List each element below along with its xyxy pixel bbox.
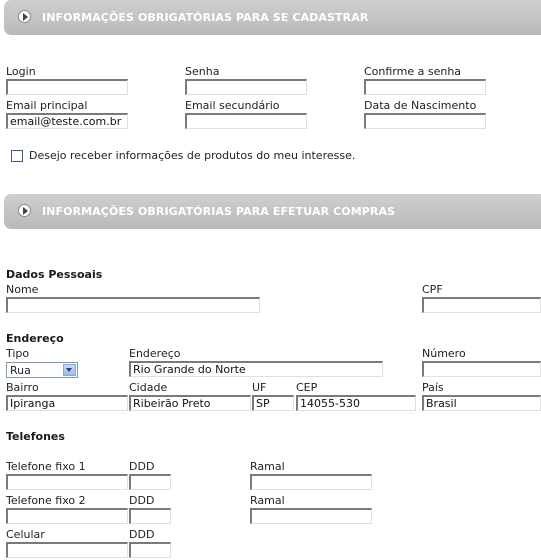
cidade-input[interactable]: Ribeirão Preto — [129, 395, 251, 411]
tipo-label: Tipo — [6, 347, 30, 360]
confirme-senha-input[interactable] — [364, 79, 486, 95]
telefone-fixo-1-label: Telefone fixo 1 — [6, 460, 86, 473]
numero-input[interactable] — [422, 361, 541, 377]
nome-label: Nome — [6, 283, 39, 296]
cpf-label: CPF — [422, 283, 443, 296]
email-principal-label: Email principal — [6, 99, 88, 112]
telefone-fixo-1-input[interactable] — [6, 474, 128, 490]
senha-label: Senha — [185, 65, 220, 78]
email-secundario-input[interactable] — [185, 113, 307, 129]
ddd-label: DDD — [129, 528, 155, 541]
ddd-celular-input[interactable] — [129, 542, 171, 558]
celular-input[interactable] — [6, 542, 128, 558]
ddd-1-input[interactable] — [129, 474, 171, 490]
endereco-label: Endereço — [129, 347, 181, 360]
tipo-select[interactable]: Rua — [6, 362, 78, 378]
play-circle-icon — [18, 204, 31, 217]
dados-pessoais-heading: Dados Pessoais — [6, 268, 103, 281]
cep-label: CEP — [296, 381, 318, 394]
telefones-heading: Telefones — [6, 430, 65, 443]
telefone-fixo-2-label: Telefone fixo 2 — [6, 494, 86, 507]
section-title: INFORMAÇÕES OBRIGATÓRIAS PARA EFETUAR CO… — [42, 205, 396, 218]
nome-input[interactable] — [6, 297, 260, 313]
cep-input[interactable]: 14055-530 — [296, 395, 416, 411]
ramal-1-input[interactable] — [250, 474, 372, 490]
endereco-input[interactable]: Rio Grande do Norte — [129, 361, 383, 377]
pais-label: País — [422, 381, 444, 394]
ddd-2-input[interactable] — [129, 508, 171, 524]
ramal-2-input[interactable] — [250, 508, 372, 524]
ddd-label: DDD — [129, 460, 155, 473]
ramal-label: Ramal — [250, 460, 285, 473]
nascimento-input[interactable] — [364, 113, 486, 129]
chevron-down-icon[interactable] — [63, 364, 76, 376]
play-circle-icon — [18, 10, 31, 23]
endereco-heading: Endereço — [6, 332, 64, 345]
section-header-compras: INFORMAÇÕES OBRIGATÓRIAS PARA EFETUAR CO… — [4, 194, 541, 229]
tipo-selected-value: Rua — [10, 364, 31, 377]
ddd-label: DDD — [129, 494, 155, 507]
cidade-label: Cidade — [129, 381, 168, 394]
pais-input[interactable]: Brasil — [422, 395, 541, 411]
numero-label: Número — [422, 347, 466, 360]
bairro-input[interactable]: Ipiranga — [6, 395, 128, 411]
section-header-cadastro: INFORMAÇÕES OBRIGATÓRIAS PARA SE CADASTR… — [4, 0, 541, 35]
bairro-label: Bairro — [6, 381, 39, 394]
senha-input[interactable] — [185, 79, 307, 95]
email-principal-input[interactable]: email@teste.com.br — [6, 113, 128, 129]
login-input[interactable] — [6, 79, 128, 95]
newsletter-checkbox[interactable] — [11, 150, 23, 162]
ramal-label: Ramal — [250, 494, 285, 507]
telefone-fixo-2-input[interactable] — [6, 508, 128, 524]
section-title: INFORMAÇÕES OBRIGATÓRIAS PARA SE CADASTR… — [42, 11, 369, 24]
newsletter-label: Desejo receber informações de produtos d… — [29, 149, 356, 162]
email-secundario-label: Email secundário — [185, 99, 280, 112]
confirme-senha-label: Confirme a senha — [364, 65, 462, 78]
uf-input[interactable]: SP — [252, 395, 294, 411]
login-label: Login — [6, 65, 36, 78]
uf-label: UF — [252, 381, 267, 394]
cpf-input[interactable] — [422, 297, 541, 313]
celular-label: Celular — [6, 528, 45, 541]
nascimento-label: Data de Nascimento — [364, 99, 477, 112]
